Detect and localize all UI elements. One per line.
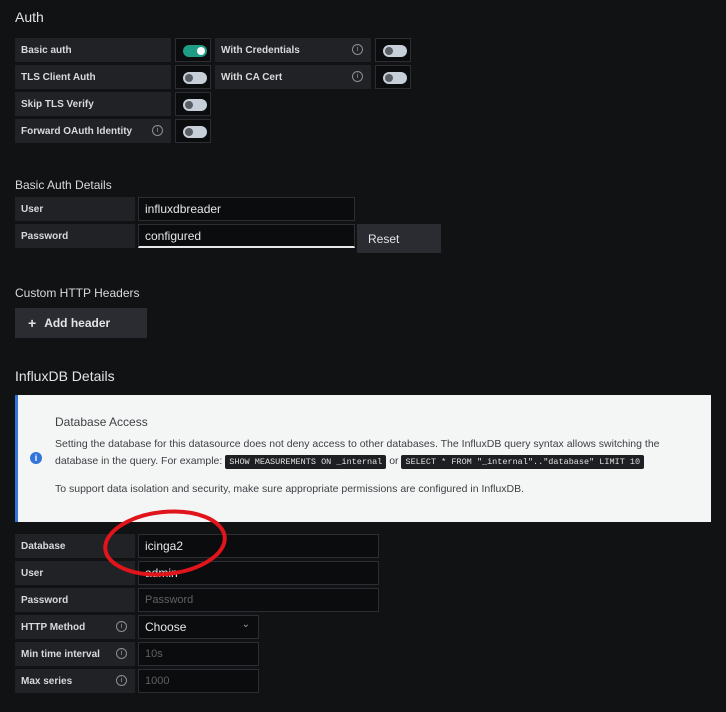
- max-series-label: Max series i: [15, 669, 135, 693]
- chevron-down-icon: ⌄: [241, 619, 250, 630]
- basic-user-label: User: [15, 197, 135, 221]
- toggle-track: [183, 45, 207, 57]
- http-method-select[interactable]: Choose ⌄: [138, 615, 259, 639]
- with-ca-cert-text: With CA Cert: [221, 71, 283, 83]
- with-ca-cert-toggle[interactable]: [375, 65, 411, 89]
- tls-client-auth-toggle[interactable]: [175, 65, 211, 89]
- basic-auth-details-title: Basic Auth Details: [15, 178, 112, 192]
- basic-auth-toggle[interactable]: [175, 38, 211, 62]
- auth-title: Auth: [15, 9, 44, 25]
- http-method-value: Choose: [145, 620, 187, 634]
- info-icon: i: [30, 452, 42, 464]
- toggle-knob: [385, 74, 393, 82]
- influx-password-text: Password: [21, 594, 69, 606]
- add-header-button[interactable]: + Add header: [15, 308, 147, 338]
- basic-user-input[interactable]: influxdbreader: [138, 197, 355, 221]
- custom-headers-title: Custom HTTP Headers: [15, 286, 140, 300]
- min-interval-label: Min time interval i: [15, 642, 135, 666]
- toggle-track: [183, 99, 207, 111]
- alert-line-1: Setting the database for this datasource…: [55, 438, 660, 450]
- alert-or: or: [389, 455, 399, 467]
- reset-button[interactable]: Reset: [357, 224, 441, 253]
- skip-tls-verify-toggle[interactable]: [175, 92, 211, 116]
- toggle-track: [383, 72, 407, 84]
- influx-password-input[interactable]: Password: [138, 588, 379, 612]
- code-example-2: SELECT * FROM "_internal".."database" LI…: [401, 455, 645, 469]
- basic-auth-text: Basic auth: [21, 44, 72, 56]
- tls-client-auth-label: TLS Client Auth: [15, 65, 171, 89]
- basic-auth-label: Basic auth: [15, 38, 171, 62]
- http-method-label: HTTP Method i: [15, 615, 135, 639]
- info-icon[interactable]: i: [116, 621, 127, 632]
- max-series-text: Max series: [21, 675, 73, 687]
- forward-oauth-toggle[interactable]: [175, 119, 211, 143]
- tls-client-auth-text: TLS Client Auth: [21, 71, 96, 83]
- toggle-knob: [385, 47, 393, 55]
- basic-password-input[interactable]: configured: [138, 224, 355, 248]
- database-text: Database: [21, 540, 66, 552]
- with-credentials-text: With Credentials: [221, 44, 300, 56]
- influx-user-input[interactable]: admin: [138, 561, 379, 585]
- forward-oauth-label: Forward OAuth Identity i: [15, 119, 171, 143]
- toggle-knob: [185, 74, 193, 82]
- toggle-knob: [185, 128, 193, 136]
- with-ca-cert-label: With CA Cert i: [215, 65, 371, 89]
- code-example-1: SHOW MEASUREMENTS ON _internal: [225, 455, 387, 469]
- database-input[interactable]: icinga2: [138, 534, 379, 558]
- influxdb-details-title: InfluxDB Details: [15, 368, 115, 384]
- basic-user-text: User: [21, 203, 44, 215]
- influx-user-label: User: [15, 561, 135, 585]
- skip-tls-verify-label: Skip TLS Verify: [15, 92, 171, 116]
- alert-line-2: database in the query. For example:: [55, 455, 223, 467]
- info-icon[interactable]: i: [352, 44, 363, 55]
- info-icon[interactable]: i: [352, 71, 363, 82]
- toggle-knob: [185, 101, 193, 109]
- plus-icon: +: [28, 315, 37, 331]
- basic-password-label: Password: [15, 224, 135, 248]
- alert-text: Setting the database for this datasource…: [55, 436, 705, 471]
- info-icon[interactable]: i: [116, 648, 127, 659]
- min-interval-text: Min time interval: [21, 648, 100, 660]
- database-access-alert: i Database Access Setting the database f…: [15, 395, 711, 522]
- http-method-text: HTTP Method: [21, 621, 86, 633]
- alert-accent-bar: [15, 395, 18, 522]
- forward-oauth-text: Forward OAuth Identity: [21, 125, 133, 137]
- add-header-label: Add header: [44, 316, 111, 330]
- with-credentials-toggle[interactable]: [375, 38, 411, 62]
- basic-password-text: Password: [21, 230, 69, 242]
- skip-tls-verify-text: Skip TLS Verify: [21, 98, 94, 110]
- alert-title: Database Access: [55, 415, 148, 429]
- alert-line-3: To support data isolation and security, …: [55, 483, 525, 495]
- toggle-track: [383, 45, 407, 57]
- info-icon[interactable]: i: [116, 675, 127, 686]
- influx-user-text: User: [21, 567, 44, 579]
- max-series-input[interactable]: 1000: [138, 669, 259, 693]
- toggle-track: [183, 72, 207, 84]
- database-label: Database: [15, 534, 135, 558]
- toggle-track: [183, 126, 207, 138]
- info-icon[interactable]: i: [152, 125, 163, 136]
- with-credentials-label: With Credentials i: [215, 38, 371, 62]
- toggle-knob: [197, 47, 205, 55]
- min-interval-input[interactable]: 10s: [138, 642, 259, 666]
- influx-password-label: Password: [15, 588, 135, 612]
